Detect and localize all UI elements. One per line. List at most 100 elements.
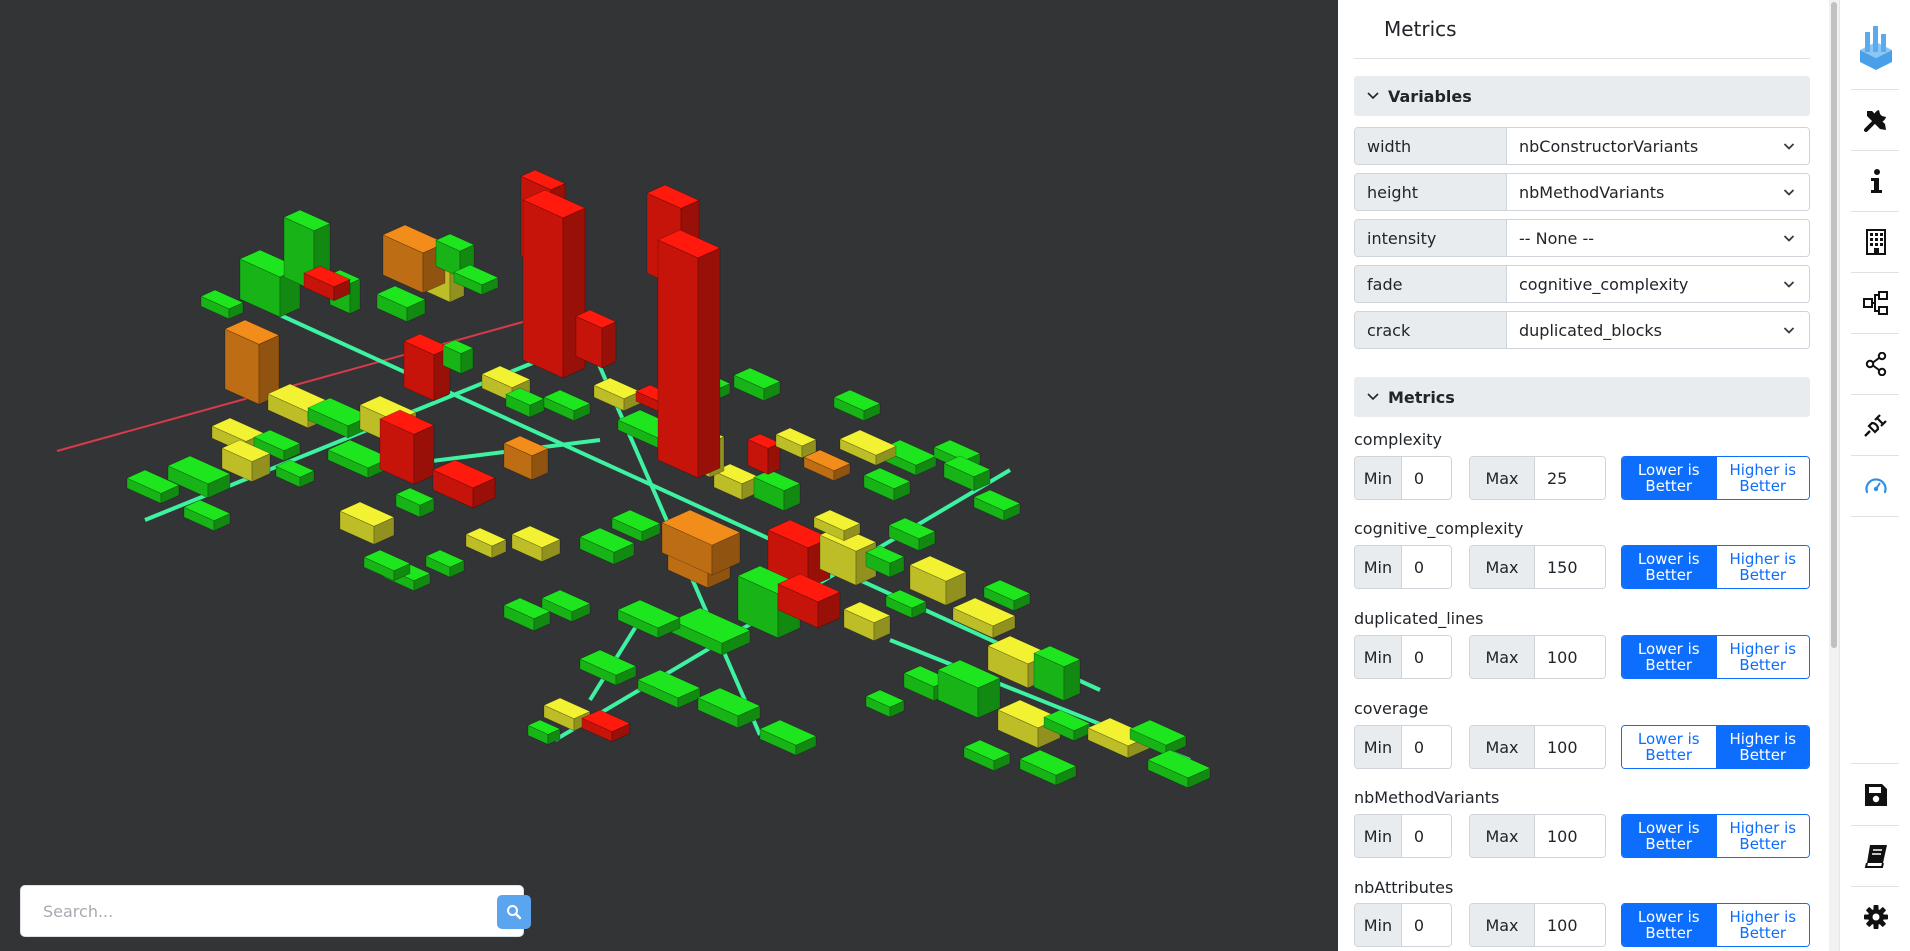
search-input[interactable]: [27, 894, 475, 928]
building[interactable]: [657, 229, 721, 479]
building[interactable]: [733, 367, 781, 402]
building[interactable]: [224, 319, 280, 405]
info-button[interactable]: [1840, 151, 1910, 211]
building[interactable]: [200, 289, 244, 320]
save-icon: [1864, 784, 1887, 806]
max-input[interactable]: 25: [1534, 457, 1605, 499]
max-label: Max: [1470, 726, 1535, 768]
building[interactable]: [909, 555, 967, 606]
building[interactable]: [973, 489, 1021, 522]
variable-select-width[interactable]: nbConstructorVariants: [1507, 128, 1809, 164]
building[interactable]: [839, 429, 897, 466]
building[interactable]: [833, 389, 881, 422]
max-input[interactable]: 100: [1534, 815, 1605, 857]
variable-select-intensity[interactable]: -- None --: [1507, 220, 1809, 256]
building[interactable]: [885, 589, 927, 619]
share-button[interactable]: [1840, 334, 1910, 394]
lower-is-better-button[interactable]: Lower is Better: [1622, 457, 1716, 499]
min-label: Min: [1355, 815, 1402, 857]
higher-is-better-button[interactable]: Higher is Better: [1715, 815, 1809, 857]
building[interactable]: [425, 549, 465, 578]
logo-button[interactable]: [1840, 17, 1910, 77]
building[interactable]: [183, 499, 231, 532]
min-input[interactable]: 0: [1401, 726, 1451, 768]
building[interactable]: [511, 525, 561, 563]
hierarchy-button[interactable]: [1840, 273, 1910, 333]
building[interactable]: [1147, 749, 1211, 789]
gauge-button[interactable]: [1840, 456, 1910, 516]
building[interactable]: [395, 487, 435, 518]
min-input[interactable]: 0: [1401, 904, 1451, 946]
higher-is-better-button[interactable]: Higher is Better: [1715, 726, 1809, 768]
building[interactable]: [637, 669, 701, 709]
building[interactable]: [275, 459, 315, 488]
lower-is-better-button[interactable]: Lower is Better: [1622, 546, 1716, 588]
variable-select-crack[interactable]: duplicated_blocks: [1507, 312, 1809, 348]
building[interactable]: [865, 689, 905, 718]
max-input[interactable]: 100: [1534, 904, 1605, 946]
building[interactable]: [376, 285, 426, 323]
variables-section-header[interactable]: Variables: [1354, 76, 1810, 116]
building-button[interactable]: [1840, 212, 1910, 272]
building[interactable]: [593, 377, 641, 412]
higher-is-better-button[interactable]: Higher is Better: [1715, 546, 1809, 588]
building[interactable]: [1019, 749, 1077, 786]
city-3d-view[interactable]: [0, 0, 1338, 951]
higher-is-better-button[interactable]: Higher is Better: [1715, 904, 1809, 946]
building[interactable]: [617, 599, 681, 639]
building[interactable]: [339, 501, 395, 545]
building[interactable]: [465, 527, 507, 559]
save-button[interactable]: [1840, 765, 1910, 825]
lower-is-better-button[interactable]: Lower is Better: [1622, 636, 1716, 678]
variable-select-height[interactable]: nbMethodVariants: [1507, 174, 1809, 210]
building[interactable]: [963, 739, 1011, 772]
building[interactable]: [379, 409, 435, 485]
search-button[interactable]: [497, 895, 531, 929]
building[interactable]: [747, 433, 781, 475]
building[interactable]: [943, 455, 991, 492]
min-input[interactable]: 0: [1401, 546, 1451, 588]
share-icon: [1865, 352, 1886, 376]
variable-select-value: duplicated_blocks: [1519, 320, 1663, 340]
max-input[interactable]: 100: [1534, 726, 1605, 768]
tools-button[interactable]: [1840, 90, 1910, 150]
higher-is-better-button[interactable]: Higher is Better: [1715, 636, 1809, 678]
plug-button[interactable]: [1840, 395, 1910, 455]
lower-is-better-button[interactable]: Lower is Better: [1622, 815, 1716, 857]
lower-is-better-button[interactable]: Lower is Better: [1622, 726, 1716, 768]
panel-scrollbar[interactable]: [1829, 0, 1839, 951]
building[interactable]: [527, 719, 561, 745]
building[interactable]: [697, 687, 761, 729]
min-input[interactable]: 0: [1401, 457, 1451, 499]
city-viewport[interactable]: [0, 0, 1338, 951]
building[interactable]: [843, 601, 891, 642]
building[interactable]: [759, 719, 817, 756]
building[interactable]: [775, 427, 817, 459]
building[interactable]: [803, 449, 851, 482]
variable-select-fade[interactable]: cognitive_complexity: [1507, 266, 1809, 302]
building[interactable]: [505, 387, 545, 418]
settings-button[interactable]: [1840, 887, 1910, 947]
building[interactable]: [888, 517, 936, 552]
building[interactable]: [363, 549, 411, 582]
min-input[interactable]: 0: [1401, 815, 1451, 857]
building[interactable]: [1033, 645, 1081, 702]
building[interactable]: [503, 435, 549, 481]
metric-row-nb-method-variants: Min 0 Max 100 Lower is Better Higher is Bet…: [1354, 814, 1810, 858]
lower-is-better-button[interactable]: Lower is Better: [1622, 904, 1716, 946]
max-input[interactable]: 150: [1534, 546, 1605, 588]
building[interactable]: [753, 469, 801, 512]
metrics-section-header[interactable]: Metrics: [1354, 377, 1810, 417]
building[interactable]: [432, 459, 496, 509]
book-button[interactable]: [1840, 826, 1910, 886]
scrollbar-thumb[interactable]: [1831, 2, 1837, 648]
building[interactable]: [581, 709, 631, 743]
min-input[interactable]: 0: [1401, 636, 1451, 678]
building[interactable]: [543, 389, 591, 422]
max-input[interactable]: 100: [1534, 636, 1605, 678]
higher-is-better-button[interactable]: Higher is Better: [1715, 457, 1809, 499]
gauge-icon: [1864, 478, 1887, 494]
building[interactable]: [575, 309, 617, 369]
building[interactable]: [863, 467, 911, 502]
building[interactable]: [579, 649, 637, 686]
